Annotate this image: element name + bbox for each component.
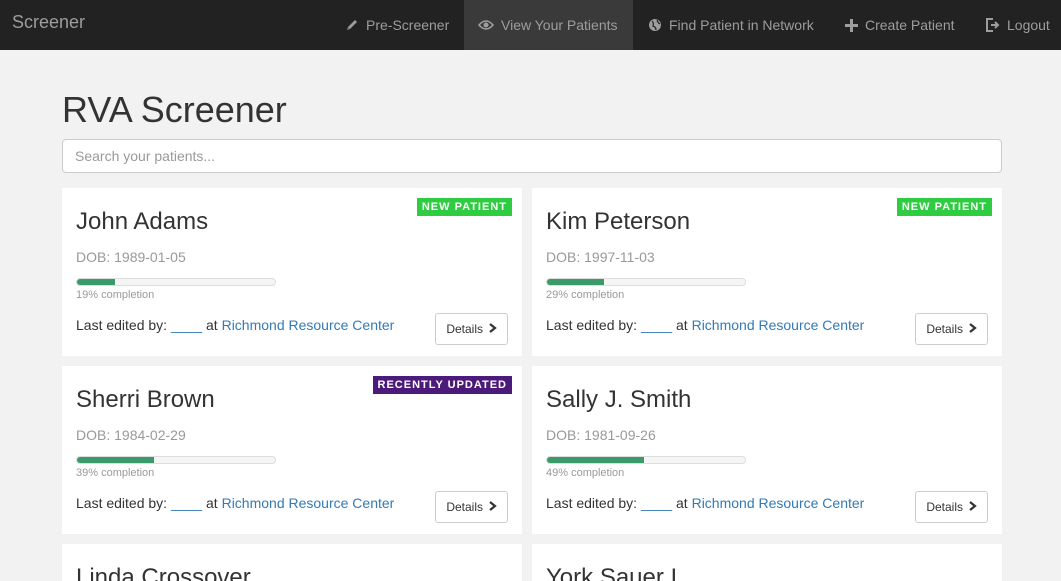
completion-progress-bar bbox=[546, 278, 746, 286]
chevron-right-icon bbox=[969, 500, 977, 514]
completion-text: 19% completion bbox=[76, 289, 155, 301]
completion-text: 49% completion bbox=[546, 467, 625, 479]
details-label: Details bbox=[926, 322, 963, 336]
location-link[interactable]: Richmond Resource Center bbox=[222, 495, 395, 511]
last-edited: Last edited by: ____ at Richmond Resourc… bbox=[76, 495, 394, 511]
recently-updated-badge: RECENTLY UPDATED bbox=[372, 376, 512, 394]
completion-text: 29% completion bbox=[546, 289, 625, 301]
at-text: at bbox=[676, 317, 688, 333]
plus-icon bbox=[845, 18, 858, 32]
nav-label: View Your Patients bbox=[501, 17, 618, 33]
chevron-right-icon bbox=[969, 322, 977, 336]
nav-label: Logout bbox=[1007, 17, 1050, 33]
completion-text: 39% completion bbox=[76, 467, 155, 479]
last-edited-label: Last edited by: bbox=[546, 317, 638, 333]
patient-card: NEW PATIENT Kim Peterson DOB: 1997-11-03… bbox=[532, 188, 1002, 356]
patient-card: York Sauer I bbox=[532, 544, 1002, 581]
chevron-right-icon bbox=[489, 322, 497, 336]
details-label: Details bbox=[446, 322, 483, 336]
nav-view-your-patients[interactable]: View Your Patients bbox=[464, 0, 633, 50]
patient-dob: DOB: 1981-09-26 bbox=[546, 427, 656, 443]
new-patient-badge: NEW PATIENT bbox=[416, 198, 512, 216]
details-button[interactable]: Details bbox=[435, 491, 508, 523]
nav-logout[interactable]: Logout bbox=[971, 0, 1061, 50]
last-edited-label: Last edited by: bbox=[76, 317, 168, 333]
at-text: at bbox=[206, 317, 218, 333]
last-edited: Last edited by: ____ at Richmond Resourc… bbox=[546, 317, 864, 333]
completion-progress-bar bbox=[76, 456, 276, 464]
patient-name: Sherri Brown bbox=[76, 386, 215, 413]
editor-link[interactable]: ____ bbox=[171, 495, 202, 511]
patient-name: Linda Crossover bbox=[76, 564, 251, 581]
page-title: RVA Screener bbox=[62, 89, 287, 130]
editor-link[interactable]: ____ bbox=[171, 317, 202, 333]
patient-name: Kim Peterson bbox=[546, 208, 691, 235]
patient-dob: DOB: 1984-02-29 bbox=[76, 427, 186, 443]
details-button[interactable]: Details bbox=[915, 491, 988, 523]
patient-name: Sally J. Smith bbox=[546, 386, 692, 413]
patient-card: NEW PATIENT John Adams DOB: 1989-01-05 1… bbox=[62, 188, 522, 356]
details-label: Details bbox=[926, 500, 963, 514]
at-text: at bbox=[206, 495, 218, 511]
details-button[interactable]: Details bbox=[915, 313, 988, 345]
eye-icon bbox=[478, 19, 494, 31]
nav-find-patient-in-network[interactable]: Find Patient in Network bbox=[634, 0, 828, 50]
patient-name: York Sauer I bbox=[546, 564, 678, 581]
search-input[interactable] bbox=[62, 139, 1002, 173]
last-edited-label: Last edited by: bbox=[76, 495, 168, 511]
patient-card: RECENTLY UPDATED Sherri Brown DOB: 1984-… bbox=[62, 366, 522, 534]
nav-create-patient[interactable]: Create Patient bbox=[831, 0, 969, 50]
progress-fill bbox=[77, 279, 115, 285]
pencil-icon bbox=[345, 18, 359, 32]
progress-fill bbox=[77, 457, 155, 463]
nav-label: Create Patient bbox=[865, 17, 955, 33]
last-edited: Last edited by: ____ at Richmond Resourc… bbox=[546, 495, 864, 511]
location-link[interactable]: Richmond Resource Center bbox=[692, 495, 865, 511]
patient-card: Sally J. Smith DOB: 1981-09-26 49% compl… bbox=[532, 366, 1002, 534]
patient-dob: DOB: 1989-01-05 bbox=[76, 249, 186, 265]
editor-link[interactable]: ____ bbox=[641, 317, 672, 333]
at-text: at bbox=[676, 495, 688, 511]
nav-label: Pre-Screener bbox=[366, 17, 450, 33]
details-button[interactable]: Details bbox=[435, 313, 508, 345]
logout-icon bbox=[985, 18, 1000, 32]
location-link[interactable]: Richmond Resource Center bbox=[692, 317, 865, 333]
chevron-right-icon bbox=[489, 500, 497, 514]
last-edited: Last edited by: ____ at Richmond Resourc… bbox=[76, 317, 394, 333]
nav-label: Find Patient in Network bbox=[669, 17, 814, 33]
brand-link[interactable]: Screener bbox=[12, 12, 85, 33]
new-patient-badge: NEW PATIENT bbox=[896, 198, 992, 216]
patient-name: John Adams bbox=[76, 208, 209, 235]
editor-link[interactable]: ____ bbox=[641, 495, 672, 511]
patient-card: Linda Crossover bbox=[62, 544, 522, 581]
progress-fill bbox=[547, 457, 645, 463]
completion-progress-bar bbox=[76, 278, 276, 286]
nav-pre-screener[interactable]: Pre-Screener bbox=[331, 0, 463, 50]
progress-fill bbox=[547, 279, 605, 285]
navbar: Screener Pre-Screener View Your Patients… bbox=[0, 0, 1061, 50]
details-label: Details bbox=[446, 500, 483, 514]
location-link[interactable]: Richmond Resource Center bbox=[222, 317, 395, 333]
completion-progress-bar bbox=[546, 456, 746, 464]
patient-dob: DOB: 1997-11-03 bbox=[546, 249, 655, 265]
globe-icon bbox=[648, 18, 662, 32]
last-edited-label: Last edited by: bbox=[546, 495, 638, 511]
